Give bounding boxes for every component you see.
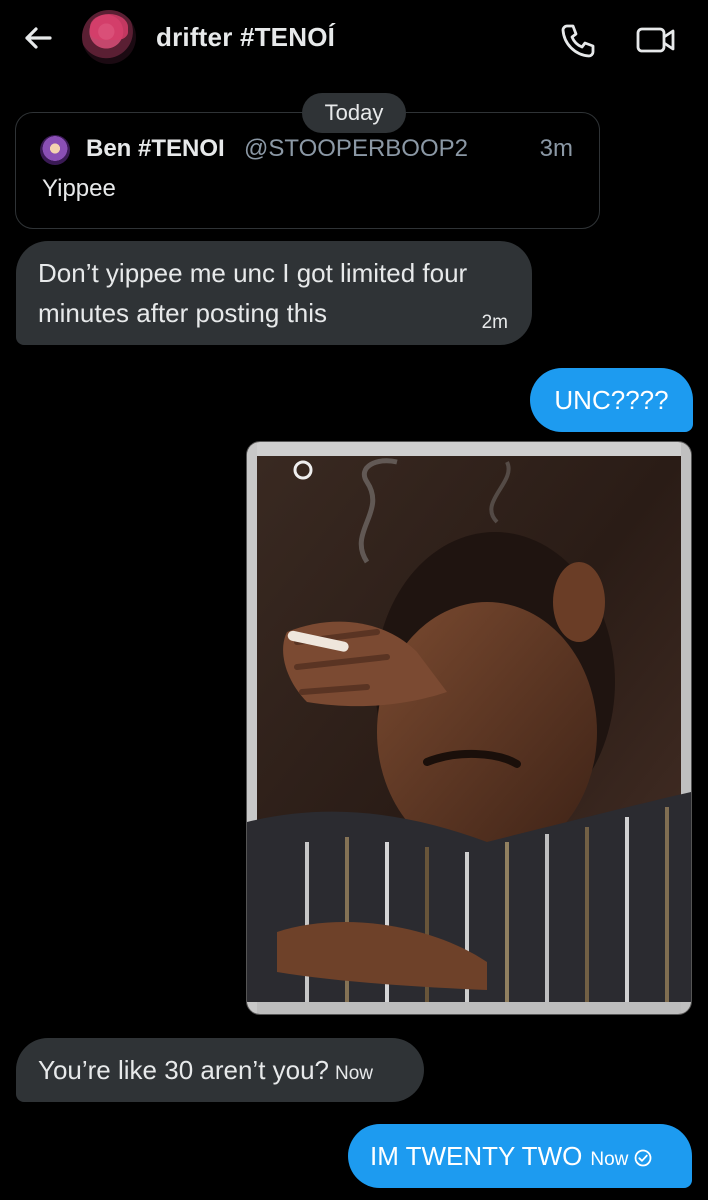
avatar-hair [90, 14, 128, 40]
conversation-header: drifter #TENOÍ [0, 0, 708, 78]
message-time: Now [335, 1063, 374, 1084]
quoted-post-handle: @STOOPERBOOP2 [244, 135, 468, 162]
quoted-post[interactable]: Ben #TENOI @STOOPERBOOP2 3m Yippee [15, 112, 600, 229]
message-time: 2m [481, 312, 508, 333]
message-text: IM TWENTY TWO [370, 1141, 583, 1171]
message-incoming[interactable]: Don’t yippee me unc I got limited four m… [16, 241, 532, 345]
quoted-post-avatar [40, 135, 70, 165]
quoted-post-author-name: Ben #TENOI [86, 135, 225, 162]
call-button[interactable] [558, 20, 598, 60]
date-divider: Today [302, 93, 406, 133]
back-button[interactable] [20, 20, 56, 56]
avatar[interactable] [82, 10, 136, 64]
message-text: UNC???? [554, 385, 669, 415]
message-text: Don’t yippee me unc I got limited four m… [38, 258, 468, 328]
video-call-button[interactable] [634, 20, 678, 60]
quoted-post-time: 3m [539, 135, 573, 162]
image-attachment [247, 442, 691, 1014]
back-arrow-icon [25, 27, 52, 49]
image-message[interactable] [246, 441, 692, 1015]
message-outgoing[interactable]: IM TWENTY TWO Now [348, 1124, 692, 1188]
message-time: Now [590, 1149, 629, 1170]
phone-icon [561, 24, 595, 58]
message-outgoing[interactable]: UNC???? [530, 368, 693, 432]
video-icon [636, 27, 675, 53]
message-text: You’re like 30 aren’t you? [38, 1055, 330, 1085]
conversation-title[interactable]: drifter #TENOÍ [156, 22, 335, 53]
check-circle-icon [634, 1149, 652, 1167]
quoted-post-text: Yippee [42, 175, 116, 202]
message-incoming[interactable]: You’re like 30 aren’t you? Now [16, 1038, 424, 1102]
